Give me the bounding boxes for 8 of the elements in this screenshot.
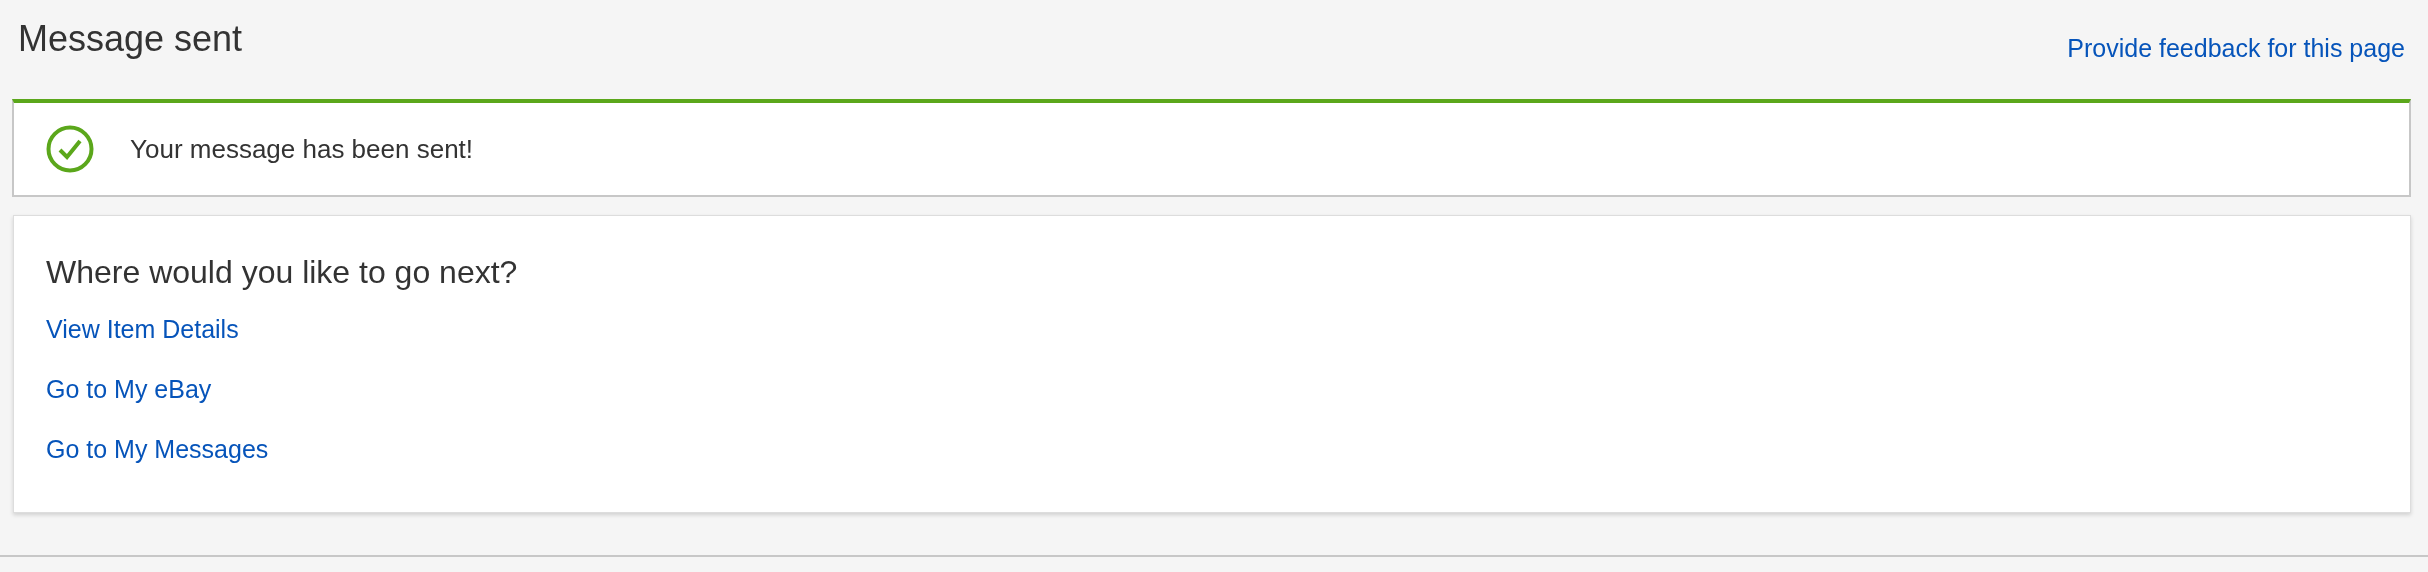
alert-message: Your message has been sent! [130, 133, 474, 165]
navigation-link[interactable]: View Item Details [46, 314, 239, 344]
page-title: Message sent [18, 18, 243, 60]
feedback-link[interactable]: Provide feedback for this page [2067, 34, 2405, 63]
card-heading: Where would you like to go next? [46, 253, 518, 292]
check-circle-icon [46, 125, 94, 173]
navigation-link[interactable]: Go to My Messages [46, 434, 269, 464]
navigation-link[interactable]: Go to My eBay [46, 374, 212, 404]
